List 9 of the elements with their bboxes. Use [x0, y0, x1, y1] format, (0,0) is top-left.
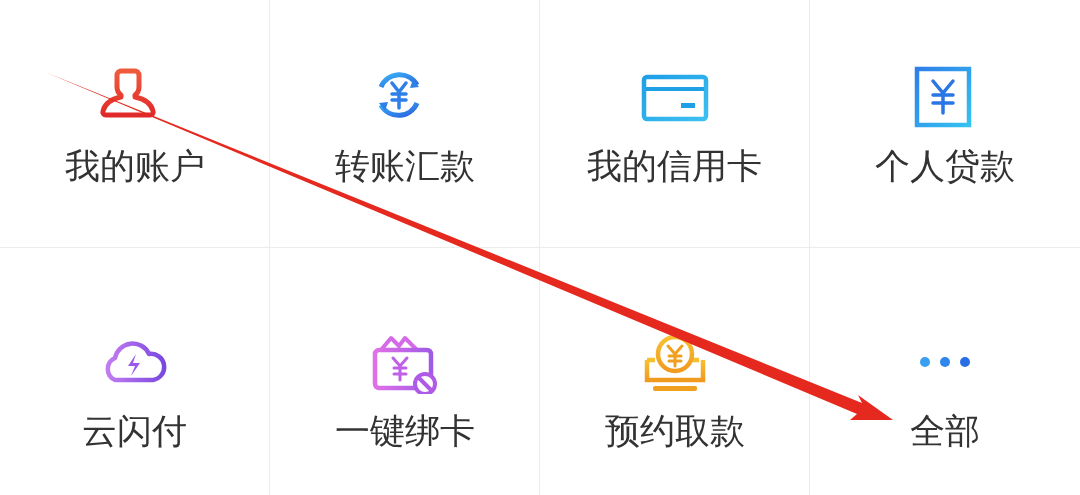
menu-item-label[interactable]: 我的信用卡: [587, 146, 762, 185]
menu-item-label[interactable]: 预约取款: [604, 411, 745, 450]
more-icon: [919, 355, 971, 368]
menu-item-label[interactable]: 一键绑卡: [334, 411, 475, 450]
menu-item-label[interactable]: 个人贷款: [875, 146, 1015, 185]
menu-item-label[interactable]: 云闪付: [82, 411, 187, 450]
menu-item-label[interactable]: 转账汇款: [334, 146, 475, 185]
menu-item-label[interactable]: 全部: [910, 411, 980, 450]
menu-item-label[interactable]: 我的账户: [64, 146, 205, 185]
